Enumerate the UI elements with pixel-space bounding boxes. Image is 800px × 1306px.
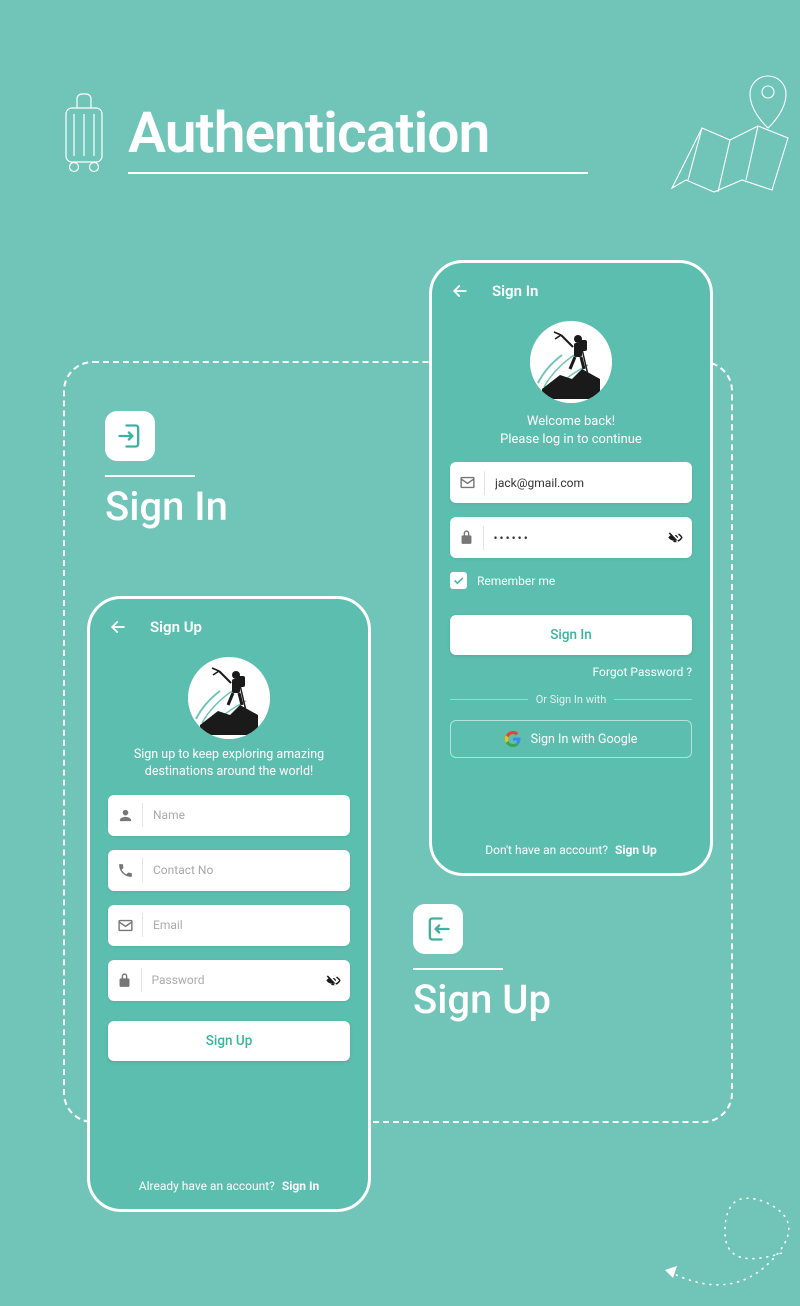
signup-toggle-visibility-icon[interactable] [317, 971, 350, 990]
signup-email-input[interactable] [143, 918, 350, 932]
signin-label-icon [105, 411, 155, 461]
signup-subtitle: Sign up to keep exploring amazing destin… [108, 747, 350, 781]
page-title: Authentication [128, 99, 740, 166]
signup-password-input[interactable] [141, 973, 317, 987]
go-to-signin-link[interactable]: Sign In [282, 1179, 319, 1193]
signup-label-text: Sign Up [413, 976, 551, 1023]
signin-screen-title: Sign In [492, 282, 538, 300]
remember-me-checkbox[interactable] [450, 572, 467, 589]
person-icon [108, 807, 142, 824]
lock-icon [450, 529, 483, 546]
signup-contact-input[interactable] [143, 863, 350, 877]
signup-name-input[interactable] [143, 808, 350, 822]
title-underline [128, 172, 588, 174]
signin-password-field[interactable] [450, 517, 692, 558]
signup-avatar [188, 657, 270, 739]
email-icon [450, 474, 484, 491]
go-to-signup-link[interactable]: Sign Up [615, 843, 657, 857]
forgot-password-link[interactable]: Forgot Password ? [450, 665, 692, 679]
signup-back-button[interactable] [108, 617, 128, 637]
signin-bottom-link: Don't have an account? Sign Up [432, 843, 710, 857]
signup-name-field[interactable] [108, 795, 350, 836]
signup-label-icon [413, 904, 463, 954]
google-icon [505, 731, 521, 747]
signin-back-button[interactable] [450, 281, 470, 301]
remember-me-label: Remember me [477, 574, 555, 588]
signup-label-block: Sign Up [413, 904, 551, 1023]
signup-email-field[interactable] [108, 905, 350, 946]
suitcase-icon [60, 90, 108, 174]
signin-password-input[interactable] [483, 531, 659, 545]
signin-label-block: Sign In [105, 411, 228, 530]
dotted-arrow-decor [650, 1122, 800, 1292]
signin-phone: Sign In [429, 260, 713, 876]
signup-submit-button[interactable]: Sign Up [108, 1021, 350, 1061]
signin-avatar [530, 321, 612, 403]
page-header: Authentication [60, 90, 740, 174]
signup-contact-field[interactable] [108, 850, 350, 891]
remember-me-row: Remember me [450, 572, 692, 589]
email-icon [108, 917, 142, 934]
signin-welcome-text: Welcome back! Please log in to continue [450, 413, 692, 448]
signup-screen-title: Sign Up [150, 618, 202, 636]
google-signin-button[interactable]: Sign In with Google [450, 720, 692, 758]
signup-phone: Sign Up [87, 596, 371, 1212]
signin-email-field[interactable] [450, 462, 692, 503]
signin-label-text: Sign In [105, 483, 228, 530]
signin-email-input[interactable] [485, 476, 692, 490]
phone-icon [108, 862, 142, 879]
signin-submit-button[interactable]: Sign In [450, 615, 692, 655]
signup-bottom-link: Already have an account? Sign In [90, 1179, 368, 1193]
or-divider: Or Sign In with [450, 693, 692, 706]
signup-password-field[interactable] [108, 960, 350, 1001]
signin-toggle-visibility-icon[interactable] [659, 528, 692, 547]
map-pin-decor [660, 48, 800, 213]
lock-icon [108, 972, 141, 989]
